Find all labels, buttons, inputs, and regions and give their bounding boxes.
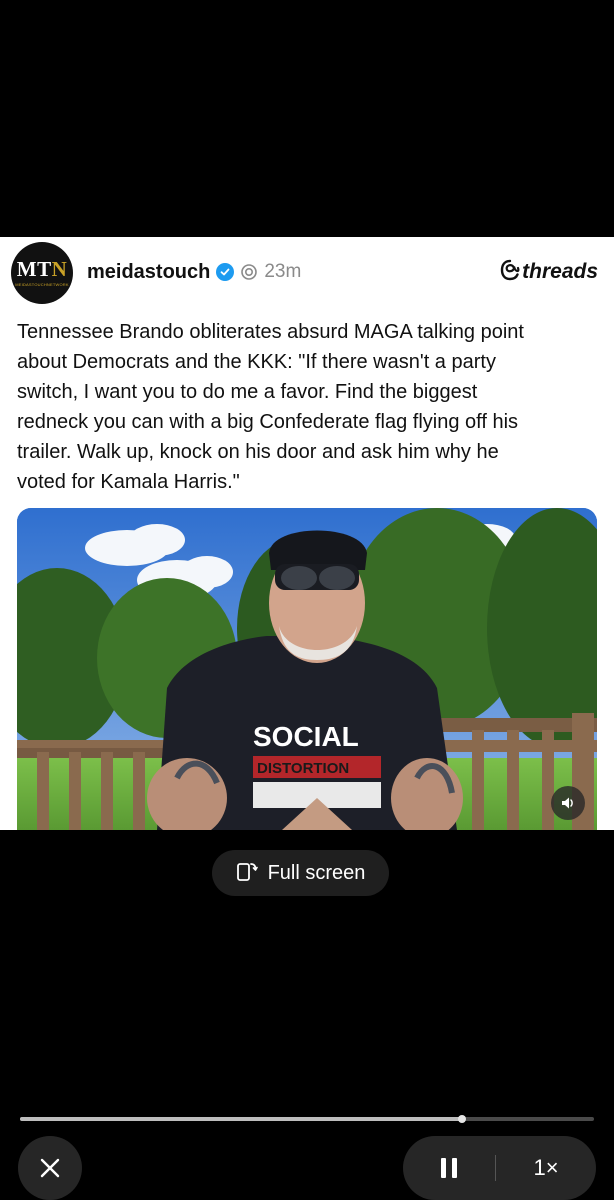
fullscreen-rotate-icon bbox=[236, 860, 258, 887]
video-progress-bar[interactable] bbox=[20, 1115, 594, 1123]
shirt-text-top: SOCIAL bbox=[253, 721, 359, 752]
volume-icon[interactable] bbox=[551, 786, 585, 820]
playback-speed-button[interactable]: 1× bbox=[496, 1136, 596, 1200]
progress-thumb[interactable] bbox=[458, 1115, 466, 1123]
post-text: Tennessee Brando obliterates absurd MAGA… bbox=[17, 317, 597, 497]
fullscreen-button[interactable]: Full screen bbox=[212, 850, 389, 896]
progress-fill bbox=[20, 1117, 462, 1121]
close-icon bbox=[40, 1158, 60, 1178]
close-button[interactable] bbox=[18, 1136, 82, 1200]
threads-at-icon bbox=[500, 259, 520, 286]
post-text-line: about Democrats and the KKK: "If there w… bbox=[17, 351, 496, 373]
threads-logo: threads bbox=[500, 258, 598, 286]
threads-wordmark: threads bbox=[522, 260, 598, 283]
post-header: meidastouch 23m bbox=[87, 258, 301, 286]
shirt-text-mid: DISTORTION bbox=[257, 760, 349, 777]
avatar[interactable]: MTN MEIDASTOUCHNETWORK bbox=[11, 242, 73, 304]
pause-button[interactable] bbox=[403, 1136, 495, 1200]
threads-reposted-icon bbox=[240, 263, 258, 281]
video-frame: SOCIAL DISTORTION bbox=[17, 508, 597, 830]
username[interactable]: meidastouch bbox=[87, 261, 210, 284]
playback-controls: 1× bbox=[403, 1136, 596, 1200]
post-text-line: redneck you can with a big Confederate f… bbox=[17, 411, 519, 433]
avatar-subtext: MEIDASTOUCHNETWORK bbox=[15, 282, 69, 287]
post-text-line: Tennessee Brando obliterates absurd MAGA… bbox=[17, 321, 524, 343]
pause-icon bbox=[441, 1158, 457, 1178]
post-time: 23m bbox=[264, 261, 302, 282]
fullscreen-label: Full screen bbox=[267, 861, 366, 884]
post-text-line: voted for Kamala Harris." bbox=[17, 471, 240, 493]
avatar-logo: MTN bbox=[16, 257, 68, 281]
threads-post-card: MTN MEIDASTOUCHNETWORK meidastouch 23m t… bbox=[0, 237, 614, 830]
video-player[interactable]: SOCIAL DISTORTION bbox=[17, 508, 597, 830]
post-text-line: switch, I want you to do me a favor. Fin… bbox=[17, 381, 478, 403]
verified-badge-icon bbox=[216, 263, 235, 281]
post-text-line: trailer. Walk up, knock on his door and … bbox=[17, 441, 499, 463]
